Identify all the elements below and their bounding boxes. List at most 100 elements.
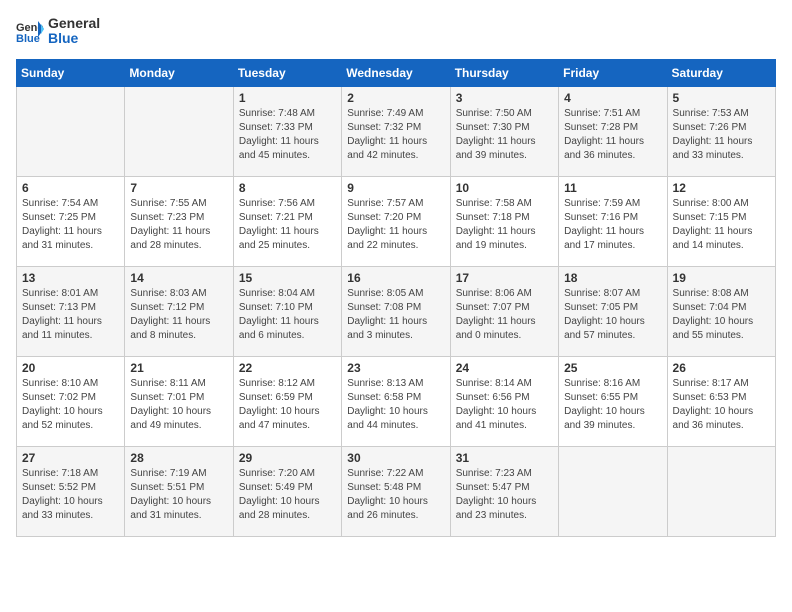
cell-content: Sunrise: 8:11 AMSunset: 7:01 PMDaylight:… <box>130 377 227 433</box>
cell-content: Sunrise: 7:58 AMSunset: 7:18 PMDaylight:… <box>456 197 553 253</box>
day-of-week-header: Saturday <box>667 59 775 86</box>
day-of-week-header: Thursday <box>450 59 558 86</box>
day-number: 12 <box>673 181 770 195</box>
cell-content: Sunrise: 7:48 AMSunset: 7:33 PMDaylight:… <box>239 107 336 163</box>
day-number: 18 <box>564 271 661 285</box>
calendar-cell: 29 Sunrise: 7:20 AMSunset: 5:49 PMDayligh… <box>233 446 341 536</box>
calendar-cell: 21 Sunrise: 8:11 AMSunset: 7:01 PMDayligh… <box>125 356 233 446</box>
day-number: 22 <box>239 361 336 375</box>
calendar-cell <box>125 86 233 176</box>
logo-blue: Blue <box>48 30 78 46</box>
day-of-week-header: Friday <box>559 59 667 86</box>
day-number: 24 <box>456 361 553 375</box>
cell-content: Sunrise: 7:18 AMSunset: 5:52 PMDaylight:… <box>22 467 119 523</box>
cell-content: Sunrise: 8:06 AMSunset: 7:07 PMDaylight:… <box>456 287 553 343</box>
day-number: 28 <box>130 451 227 465</box>
day-of-week-header: Sunday <box>17 59 125 86</box>
day-number: 17 <box>456 271 553 285</box>
day-number: 20 <box>22 361 119 375</box>
cell-content: Sunrise: 7:20 AMSunset: 5:49 PMDaylight:… <box>239 467 336 523</box>
day-number: 10 <box>456 181 553 195</box>
calendar-cell: 30 Sunrise: 7:22 AMSunset: 5:48 PMDayligh… <box>342 446 450 536</box>
cell-content: Sunrise: 8:13 AMSunset: 6:58 PMDaylight:… <box>347 377 444 433</box>
day-number: 16 <box>347 271 444 285</box>
day-number: 3 <box>456 91 553 105</box>
calendar-cell <box>559 446 667 536</box>
calendar-cell: 13 Sunrise: 8:01 AMSunset: 7:13 PMDayligh… <box>17 266 125 356</box>
calendar-cell: 16 Sunrise: 8:05 AMSunset: 7:08 PMDayligh… <box>342 266 450 356</box>
cell-content: Sunrise: 7:51 AMSunset: 7:28 PMDaylight:… <box>564 107 661 163</box>
day-of-week-header: Tuesday <box>233 59 341 86</box>
day-number: 27 <box>22 451 119 465</box>
calendar-cell: 4 Sunrise: 7:51 AMSunset: 7:28 PMDaylight… <box>559 86 667 176</box>
cell-content: Sunrise: 7:55 AMSunset: 7:23 PMDaylight:… <box>130 197 227 253</box>
calendar-cell: 25 Sunrise: 8:16 AMSunset: 6:55 PMDayligh… <box>559 356 667 446</box>
calendar-week-row: 27 Sunrise: 7:18 AMSunset: 5:52 PMDayligh… <box>17 446 776 536</box>
calendar-cell <box>17 86 125 176</box>
calendar-cell: 26Sunrise: 8:17 AMSunset: 6:53 PMDayligh… <box>667 356 775 446</box>
cell-content: Sunrise: 8:05 AMSunset: 7:08 PMDaylight:… <box>347 287 444 343</box>
cell-content: Sunrise: 8:16 AMSunset: 6:55 PMDaylight:… <box>564 377 661 433</box>
cell-content: Sunrise: 7:53 AMSunset: 7:26 PMDaylight:… <box>673 107 770 163</box>
calendar-cell: 9Sunrise: 7:57 AMSunset: 7:20 PMDaylight… <box>342 176 450 266</box>
day-number: 15 <box>239 271 336 285</box>
calendar-cell: 5 Sunrise: 7:53 AMSunset: 7:26 PMDaylight… <box>667 86 775 176</box>
calendar-cell: 19Sunrise: 8:08 AMSunset: 7:04 PMDayligh… <box>667 266 775 356</box>
cell-content: Sunrise: 7:49 AMSunset: 7:32 PMDaylight:… <box>347 107 444 163</box>
day-number: 8 <box>239 181 336 195</box>
calendar-cell: 15 Sunrise: 8:04 AMSunset: 7:10 PMDayligh… <box>233 266 341 356</box>
cell-content: Sunrise: 8:00 AMSunset: 7:15 PMDaylight:… <box>673 197 770 253</box>
day-number: 14 <box>130 271 227 285</box>
calendar-cell: 17 Sunrise: 8:06 AMSunset: 7:07 PMDayligh… <box>450 266 558 356</box>
day-number: 7 <box>130 181 227 195</box>
calendar-cell: 18Sunrise: 8:07 AMSunset: 7:05 PMDayligh… <box>559 266 667 356</box>
logo: General Blue General Blue <box>16 16 100 47</box>
calendar-cell: 31 Sunrise: 7:23 AMSunset: 5:47 PMDayligh… <box>450 446 558 536</box>
calendar-cell: 23 Sunrise: 8:13 AMSunset: 6:58 PMDayligh… <box>342 356 450 446</box>
cell-content: Sunrise: 7:19 AMSunset: 5:51 PMDaylight:… <box>130 467 227 523</box>
day-number: 21 <box>130 361 227 375</box>
svg-text:Blue: Blue <box>16 33 40 43</box>
calendar-cell: 12 Sunrise: 8:00 AMSunset: 7:15 PMDayligh… <box>667 176 775 266</box>
cell-content: Sunrise: 7:54 AMSunset: 7:25 PMDaylight:… <box>22 197 119 253</box>
calendar-header-row: SundayMondayTuesdayWednesdayThursdayFrid… <box>17 59 776 86</box>
calendar-cell: 8 Sunrise: 7:56 AMSunset: 7:21 PMDaylight… <box>233 176 341 266</box>
day-number: 6 <box>22 181 119 195</box>
calendar-cell: 10 Sunrise: 7:58 AMSunset: 7:18 PMDayligh… <box>450 176 558 266</box>
day-number: 4 <box>564 91 661 105</box>
logo-icon: General Blue <box>16 19 44 43</box>
cell-content: Sunrise: 8:10 AMSunset: 7:02 PMDaylight:… <box>22 377 119 433</box>
cell-content: Sunrise: 8:01 AMSunset: 7:13 PMDaylight:… <box>22 287 119 343</box>
calendar-week-row: 6 Sunrise: 7:54 AMSunset: 7:25 PMDaylight… <box>17 176 776 266</box>
calendar-cell: 11Sunrise: 7:59 AMSunset: 7:16 PMDayligh… <box>559 176 667 266</box>
day-number: 13 <box>22 271 119 285</box>
calendar-cell: 6 Sunrise: 7:54 AMSunset: 7:25 PMDaylight… <box>17 176 125 266</box>
cell-content: Sunrise: 7:50 AMSunset: 7:30 PMDaylight:… <box>456 107 553 163</box>
cell-content: Sunrise: 7:23 AMSunset: 5:47 PMDaylight:… <box>456 467 553 523</box>
logo-general: General <box>48 15 100 31</box>
calendar-table: SundayMondayTuesdayWednesdayThursdayFrid… <box>16 59 776 537</box>
calendar-week-row: 20 Sunrise: 8:10 AMSunset: 7:02 PMDayligh… <box>17 356 776 446</box>
cell-content: Sunrise: 8:12 AMSunset: 6:59 PMDaylight:… <box>239 377 336 433</box>
calendar-cell: 14 Sunrise: 8:03 AMSunset: 7:12 PMDayligh… <box>125 266 233 356</box>
calendar-cell: 27 Sunrise: 7:18 AMSunset: 5:52 PMDayligh… <box>17 446 125 536</box>
calendar-cell: 22 Sunrise: 8:12 AMSunset: 6:59 PMDayligh… <box>233 356 341 446</box>
day-number: 19 <box>673 271 770 285</box>
day-number: 29 <box>239 451 336 465</box>
day-number: 2 <box>347 91 444 105</box>
cell-content: Sunrise: 7:59 AMSunset: 7:16 PMDaylight:… <box>564 197 661 253</box>
day-of-week-header: Wednesday <box>342 59 450 86</box>
cell-content: Sunrise: 7:57 AMSunset: 7:20 PMDaylight:… <box>347 197 444 253</box>
day-number: 30 <box>347 451 444 465</box>
cell-content: Sunrise: 8:04 AMSunset: 7:10 PMDaylight:… <box>239 287 336 343</box>
calendar-cell: 3 Sunrise: 7:50 AMSunset: 7:30 PMDaylight… <box>450 86 558 176</box>
day-number: 23 <box>347 361 444 375</box>
page-header: General Blue General Blue <box>16 16 776 47</box>
cell-content: Sunrise: 7:56 AMSunset: 7:21 PMDaylight:… <box>239 197 336 253</box>
cell-content: Sunrise: 7:22 AMSunset: 5:48 PMDaylight:… <box>347 467 444 523</box>
day-number: 25 <box>564 361 661 375</box>
cell-content: Sunrise: 8:03 AMSunset: 7:12 PMDaylight:… <box>130 287 227 343</box>
day-number: 31 <box>456 451 553 465</box>
day-number: 26 <box>673 361 770 375</box>
day-number: 5 <box>673 91 770 105</box>
